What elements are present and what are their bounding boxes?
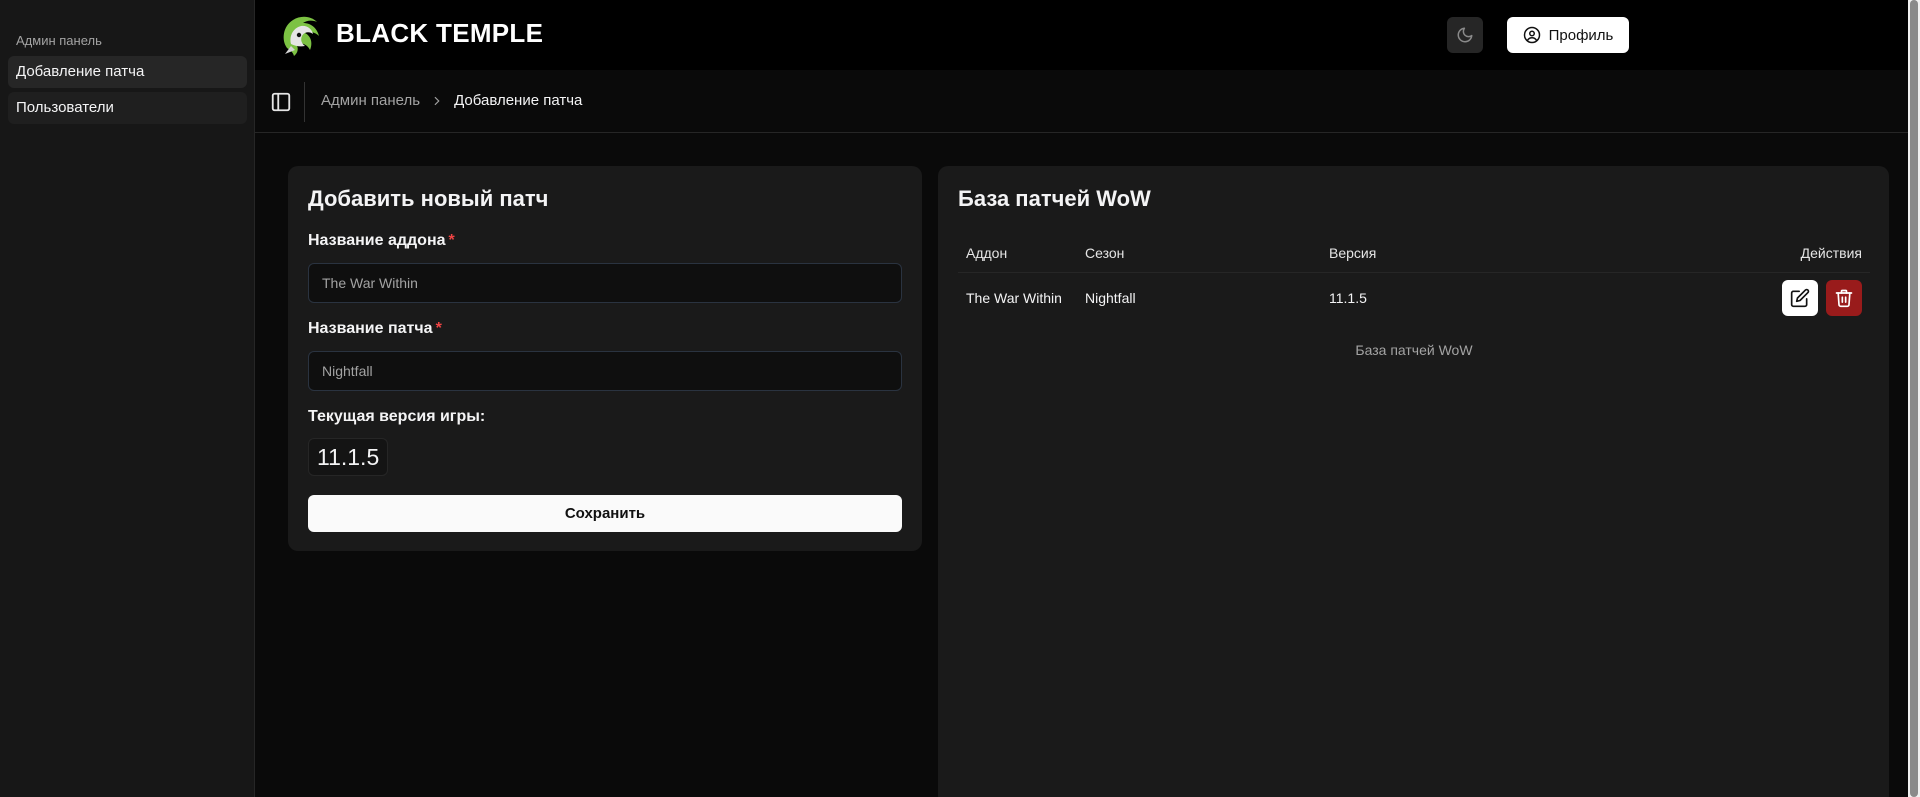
table-header-row: Аддон Сезон Версия Действия [958,234,1870,273]
addon-name-label-text: Название аддона [308,232,446,249]
scrollbar-thumb[interactable] [1910,0,1918,797]
column-header-season: Сезон [1077,234,1321,273]
patch-database-title: База патчей WoW [958,186,1151,211]
row-actions [1782,280,1862,317]
required-mark: * [448,232,455,249]
current-version-label: Текущая версия игры: [308,408,486,425]
table-caption: База патчей WoW [1355,342,1473,358]
breadcrumb-current: Добавление патча [454,92,583,109]
delete-button[interactable] [1826,280,1862,317]
edit-button[interactable] [1782,280,1818,317]
patch-database-card: База патчей WoW Аддон Сезон Версия Дейст… [938,166,1889,797]
user-circle-icon [1523,26,1540,44]
cell-version: 11.1.5 [1329,290,1367,307]
moon-icon [1457,27,1473,43]
app-root: Админ панель Добавление патча Пользовате… [0,0,1920,797]
breadcrumb-bar: Админ панель Добавление патча [255,70,1908,133]
cell-season: Nightfall [1085,290,1136,307]
patch-table: Аддон Сезон Версия Действия The War With… [958,234,1870,324]
breadcrumb-link-admin[interactable]: Админ панель [321,92,420,109]
sidebar-group-label: Админ панель [16,33,102,48]
addon-name-input[interactable] [308,263,902,303]
sidebar-item-add-patch[interactable]: Добавление патча [8,56,247,88]
cell-addon: The War Within [966,290,1062,307]
patch-name-label: Название патча * [308,320,442,338]
chevron-right-icon [434,96,440,105]
black-temple-logo-icon[interactable] [277,10,327,60]
top-bar: BLACK TEMPLE Профиль [255,0,1908,70]
table-row: The War Within Nightfall 11.1.5 [958,272,1870,324]
sidebar-toggle-icon[interactable] [270,91,292,113]
edit-icon [1790,289,1810,308]
sidebar-item-users[interactable]: Пользователи [8,92,247,124]
theme-toggle-button[interactable] [1447,17,1483,53]
add-patch-card: Добавить новый патч Название аддона* Наз… [288,166,922,551]
column-header-version: Версия [1321,234,1621,273]
save-button[interactable]: Сохранить [308,495,902,532]
addon-name-label: Название аддона * [308,232,455,250]
brand-title: BLACK TEMPLE [336,18,544,48]
patch-name-label-text: Название патча [308,320,433,337]
breadcrumb-divider [304,82,305,122]
cell-actions [1621,272,1870,324]
profile-button-label: Профиль [1548,26,1614,44]
profile-button[interactable]: Профиль [1507,17,1629,53]
column-header-actions: Действия [1621,234,1870,273]
current-version-value: 11.1.5 [308,438,389,476]
column-header-addon: Аддон [958,234,1077,273]
patch-name-input[interactable] [308,351,902,391]
add-patch-title: Добавить новый патч [308,186,549,211]
page-scrollbar[interactable] [1908,0,1920,797]
trash-icon [1835,289,1853,308]
required-mark: * [435,320,442,337]
breadcrumb: Админ панель Добавление патча [321,92,582,109]
sidebar: Админ панель Добавление патча Пользовате… [0,0,255,797]
